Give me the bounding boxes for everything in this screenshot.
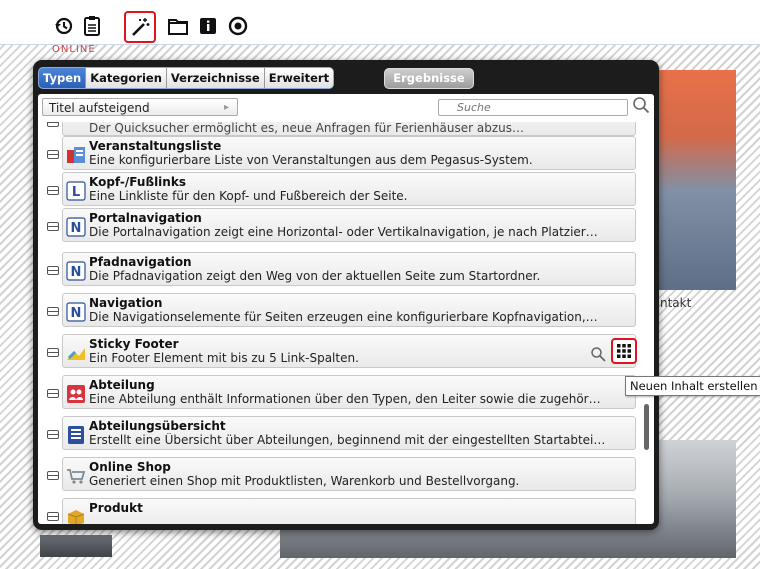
item-title: Portalnavigation: [89, 211, 202, 225]
svg-text:N: N: [71, 306, 82, 321]
content-area: Titel aufsteigend ▸ Der Quicksucher ermö…: [38, 94, 654, 524]
link-l-icon: L: [66, 181, 86, 201]
toolbar: [0, 0, 760, 45]
tab-kategorien[interactable]: Kategorien: [86, 68, 167, 88]
magic-wand-icon[interactable]: [124, 11, 156, 43]
item-title: Sticky Footer: [89, 337, 179, 351]
target-icon[interactable]: [226, 14, 250, 38]
item-title: Abteilung: [89, 378, 155, 392]
drag-handle-icon[interactable]: [47, 122, 59, 127]
item-title: Abteilungsübersicht: [89, 419, 226, 433]
item-title: Veranstaltungsliste: [89, 139, 222, 153]
item-description: Die Navigationselemente für Seiten erzeu…: [89, 310, 598, 324]
drag-handle-icon[interactable]: [47, 389, 59, 398]
product-box-icon: [67, 510, 85, 524]
sort-value: Titel aufsteigend: [49, 101, 150, 115]
event-list-icon: [67, 147, 85, 163]
nav-n-icon: N: [66, 302, 86, 322]
drag-handle-icon[interactable]: [47, 512, 59, 521]
list-item[interactable]: N Portalnavigation Die Portalnavigation …: [38, 208, 639, 242]
sticky-footer-icon: [67, 348, 85, 360]
list-item[interactable]: Abteilungsübersicht Erstellt eine Übersi…: [38, 416, 639, 450]
drag-handle-icon[interactable]: [47, 222, 59, 231]
item-description: Die Portalnavigation zeigt eine Horizont…: [89, 225, 598, 239]
content-type-list: Der Quicksucher ermöglicht es, neue Anfr…: [38, 122, 654, 524]
item-title: Navigation: [89, 296, 163, 310]
create-content-button[interactable]: [611, 338, 637, 364]
list-item[interactable]: Sticky Footer Ein Footer Element mit bis…: [38, 334, 639, 368]
item-title: Kopf-/Fußlinks: [89, 175, 186, 189]
item-description: Eine Linkliste für den Kopf- und Fußbere…: [89, 189, 408, 203]
folder-icon[interactable]: [166, 14, 190, 38]
svg-text:N: N: [71, 221, 82, 236]
grid-icon: [617, 344, 631, 358]
search-icon[interactable]: [632, 96, 650, 114]
item-description: Eine konfigurierbare Liste von Veranstal…: [89, 153, 533, 167]
item-description: Der Quicksucher ermöglicht es, neue Anfr…: [89, 122, 524, 135]
list-item[interactable]: N Pfadnavigation Die Pfadnavigation zeig…: [38, 252, 639, 286]
content-picker-panel: Typen Kategorien Verzeichnisse Erweitert…: [33, 60, 659, 530]
online-label: ONLINE: [52, 44, 96, 55]
list-item[interactable]: N Navigation Die Navigationselemente für…: [38, 293, 639, 327]
chevron-right-icon: ▸: [223, 102, 229, 113]
drag-handle-icon[interactable]: [47, 348, 59, 357]
sort-dropdown[interactable]: Titel aufsteigend ▸: [42, 98, 238, 116]
tab-verzeichnisse[interactable]: Verzeichnisse: [166, 68, 265, 88]
item-description: Ein Footer Element mit bis zu 5 Link-Spa…: [89, 351, 359, 365]
scrollbar-thumb[interactable]: [644, 404, 649, 450]
nav-n-icon: N: [66, 261, 86, 281]
tab-bar: Typen Kategorien Verzeichnisse Erweitert: [38, 67, 335, 89]
list-item[interactable]: L Kopf-/Fußlinks Eine Linkliste für den …: [38, 172, 639, 206]
drag-handle-icon[interactable]: [47, 150, 59, 159]
list-item[interactable]: Veranstaltungsliste Eine konfigurierbare…: [38, 136, 639, 170]
item-description: Erstellt eine Übersicht über Abteilungen…: [89, 433, 606, 447]
search-input[interactable]: [438, 99, 628, 116]
item-description: Eine Abteilung enthält Informationen übe…: [89, 392, 601, 406]
item-title: Pfadnavigation: [89, 255, 192, 269]
item-title: Produkt: [89, 501, 143, 515]
item-description: Generiert einen Shop mit Produktlisten, …: [89, 474, 520, 488]
drag-handle-icon[interactable]: [47, 471, 59, 480]
tooltip: Neuen Inhalt erstellen: [625, 376, 760, 396]
item-title: Online Shop: [89, 460, 171, 474]
list-item[interactable]: Produkt: [38, 498, 639, 524]
drag-handle-icon[interactable]: [47, 266, 59, 275]
tab-erweitert[interactable]: Erweitert: [264, 68, 334, 88]
magnifier-icon[interactable]: [590, 346, 606, 362]
item-description: Die Pfadnavigation zeigt den Weg von der…: [89, 269, 541, 283]
tab-typen[interactable]: Typen: [39, 68, 87, 88]
background-kontakt-text: ntakt: [660, 296, 692, 310]
drag-handle-icon[interactable]: [47, 186, 59, 195]
history-icon[interactable]: [52, 14, 76, 38]
clipboard-icon[interactable]: [80, 14, 104, 38]
svg-text:N: N: [71, 265, 82, 280]
drag-handle-icon[interactable]: [47, 307, 59, 316]
nav-n-icon: N: [66, 217, 86, 237]
background-photo: [40, 535, 112, 557]
list-item[interactable]: Abteilung Eine Abteilung enthält Informa…: [38, 375, 639, 409]
results-button[interactable]: Ergebnisse: [384, 68, 474, 89]
shop-cart-icon: [67, 469, 86, 484]
scrollbar-track[interactable]: [642, 122, 652, 524]
department-overview-icon: [68, 426, 84, 444]
list-item[interactable]: Online Shop Generiert einen Shop mit Pro…: [38, 457, 639, 491]
drag-handle-icon[interactable]: [47, 430, 59, 439]
info-icon[interactable]: [196, 14, 220, 38]
svg-text:L: L: [72, 185, 80, 200]
department-icon: [67, 385, 85, 403]
